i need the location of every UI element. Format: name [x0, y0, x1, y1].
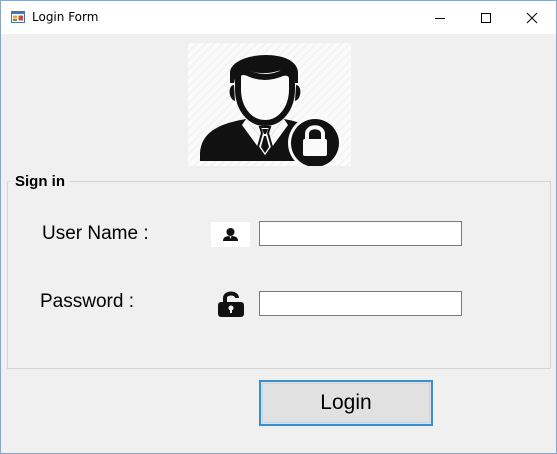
login-button[interactable]: Login [259, 380, 433, 426]
app-icon [11, 11, 25, 23]
signin-group-title: Sign in [11, 173, 69, 190]
login-button-label: Login [262, 383, 430, 423]
title-bar[interactable]: Login Form [1, 1, 556, 34]
maximize-icon [481, 13, 491, 23]
signin-groupbox [7, 181, 551, 369]
window-title: Login Form [32, 10, 99, 24]
user-icon-box [211, 222, 250, 247]
close-button[interactable] [509, 1, 555, 34]
user-icon [223, 228, 238, 241]
header-image [188, 43, 351, 170]
close-icon [526, 12, 538, 24]
username-label: User Name : [42, 223, 149, 244]
unlock-icon [218, 291, 244, 317]
username-input[interactable] [259, 221, 462, 246]
minimize-icon [435, 18, 445, 19]
password-input[interactable] [259, 291, 462, 316]
user-lock-icon [200, 54, 342, 170]
password-label: Password : [40, 291, 134, 312]
maximize-button[interactable] [463, 1, 509, 34]
login-form-window: Login Form Sign in User Name: Password … [0, 0, 557, 454]
minimize-button[interactable] [417, 1, 463, 34]
